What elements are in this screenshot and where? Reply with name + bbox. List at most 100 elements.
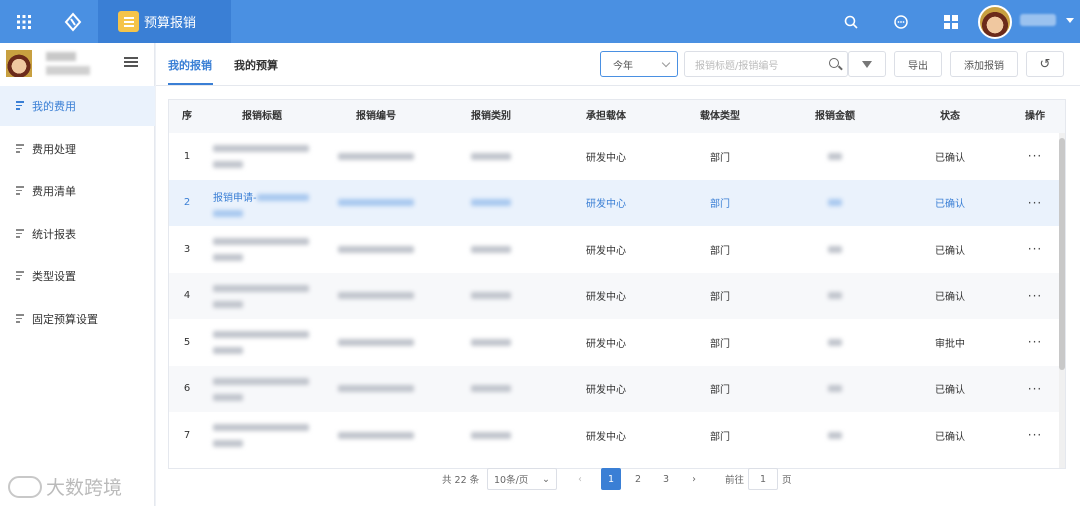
col-header-no: 序: [182, 111, 192, 122]
avatar[interactable]: [978, 5, 1012, 39]
cell-action[interactable]: ···: [1007, 226, 1063, 273]
cell-text: 3: [183, 243, 191, 255]
cell-text: 审批中: [935, 338, 965, 350]
more-actions-icon[interactable]: ···: [1028, 196, 1042, 210]
page-size-select[interactable]: 10条/页 ⌄: [487, 468, 557, 490]
cell-action[interactable]: ···: [1007, 319, 1063, 366]
cell-carrier-type: 部门: [663, 226, 777, 273]
export-button[interactable]: 导出: [894, 51, 942, 77]
table-row[interactable]: 3 研发中心 部门 已确认 ···: [169, 226, 1059, 273]
redacted-text: [338, 292, 414, 300]
cell-title: 报销申请-: [205, 180, 319, 227]
sidebar-item-label: 我的费用: [32, 100, 76, 113]
redacted-text: [828, 431, 842, 439]
tab-my-budget[interactable]: 我的预算: [234, 57, 278, 73]
more-actions-icon[interactable]: ···: [1028, 428, 1042, 442]
more-actions-icon[interactable]: ···: [1028, 335, 1042, 349]
chat-icon[interactable]: [886, 0, 916, 43]
col-header-carrier: 承担载体: [586, 111, 626, 122]
cell-text: 研发中心: [586, 152, 626, 164]
page-3[interactable]: 3: [656, 468, 676, 490]
table-row[interactable]: 2 报销申请- 研发中心 部门 已确认 ···: [169, 179, 1059, 227]
more-actions-icon[interactable]: ···: [1028, 382, 1042, 396]
filter-button[interactable]: [848, 51, 886, 77]
redacted-text: [828, 338, 842, 346]
list-icon: [16, 101, 24, 111]
search-icon[interactable]: [829, 58, 839, 68]
chevron-down-icon: [661, 58, 671, 68]
add-reimbursement-button[interactable]: 添加报销: [950, 51, 1018, 77]
cell-number: [319, 226, 433, 273]
top-bar: 预算报销: [0, 0, 1080, 43]
title-prefix[interactable]: 报销申请-: [213, 193, 257, 204]
cell-carrier-type: 部门: [663, 319, 777, 366]
search-icon[interactable]: [836, 0, 866, 43]
redacted-text: [213, 347, 243, 355]
col-header-title: 报销标题: [242, 111, 282, 122]
more-actions-icon[interactable]: ···: [1028, 289, 1042, 303]
username[interactable]: [1020, 14, 1056, 26]
redacted-text: [338, 245, 414, 253]
cell-carrier: 研发中心: [549, 133, 663, 180]
more-actions-icon[interactable]: ···: [1028, 149, 1042, 163]
cell-action[interactable]: ···: [1007, 412, 1063, 459]
cell-action[interactable]: ···: [1007, 273, 1063, 320]
refresh-button[interactable]: ↺: [1026, 51, 1064, 77]
sidebar-item-reports[interactable]: 统计报表: [0, 214, 155, 254]
table-row[interactable]: 7 研发中心 部门 已确认 ···: [169, 412, 1059, 459]
list-icon: [16, 186, 24, 196]
apps-grid-icon[interactable]: [0, 0, 48, 43]
cell-status: 已确认: [893, 366, 1007, 413]
more-actions-icon[interactable]: ···: [1028, 242, 1042, 256]
cell-number: [319, 366, 433, 413]
redacted-text: [256, 193, 309, 201]
sidebar-item-expense-processing[interactable]: 费用处理: [0, 129, 155, 169]
redacted-text: [471, 292, 511, 300]
logo-icon[interactable]: [48, 0, 98, 43]
app-tab[interactable]: 预算报销: [98, 0, 231, 43]
cell-action[interactable]: ···: [1007, 366, 1063, 413]
caret-down-icon[interactable]: [1066, 18, 1074, 23]
cell-no: 4: [169, 273, 205, 320]
cell-text: 4: [183, 290, 191, 302]
collapse-menu-icon[interactable]: [124, 57, 138, 69]
table-row[interactable]: 6 研发中心 部门 已确认 ···: [169, 365, 1059, 413]
cell-no: 2: [169, 180, 205, 227]
page-1[interactable]: 1: [601, 468, 621, 490]
year-select[interactable]: 今年: [600, 51, 678, 77]
table-scrollbar-thumb[interactable]: [1059, 138, 1065, 370]
watermark-text: 大数跨境: [46, 477, 123, 499]
redacted-text: [213, 440, 243, 448]
cell-number: [319, 412, 433, 459]
prev-page-button[interactable]: ‹: [570, 468, 590, 490]
user-dept-blurred: [46, 66, 90, 75]
next-page-button[interactable]: ›: [684, 468, 704, 490]
cell-text: 5: [183, 336, 191, 348]
cell-number: [319, 273, 433, 320]
sidebar-item-label: 费用清单: [32, 185, 76, 198]
cell-text: 部门: [710, 152, 730, 164]
sidebar-item-type-settings[interactable]: 类型设置: [0, 256, 155, 296]
goto-page-input[interactable]: 1: [748, 468, 778, 490]
tab-my-reimbursements[interactable]: 我的报销: [168, 57, 212, 73]
cell-action[interactable]: ···: [1007, 133, 1063, 180]
cell-action[interactable]: ···: [1007, 180, 1063, 227]
sidebar-item-my-expenses[interactable]: 我的费用: [0, 86, 155, 126]
search-input[interactable]: 报销标题/报销编号: [684, 51, 848, 77]
cell-text: 已确认: [935, 385, 965, 397]
cell-category: [433, 133, 549, 180]
sidebar-item-fixed-budget[interactable]: 固定预算设置: [0, 299, 155, 339]
goto-label: 前往: [725, 475, 745, 486]
redacted-text: [213, 331, 309, 339]
table-row[interactable]: 4 研发中心 部门 已确认 ···: [169, 272, 1059, 320]
page-2[interactable]: 2: [628, 468, 648, 490]
cell-text: 部门: [710, 292, 730, 304]
windows-icon[interactable]: [936, 0, 966, 43]
cell-carrier: 研发中心: [549, 412, 663, 459]
cell-title: [205, 319, 319, 366]
table-row[interactable]: 5 研发中心 部门 审批中 ···: [169, 319, 1059, 366]
sidebar-item-expense-list[interactable]: 费用清单: [0, 171, 155, 211]
table-row[interactable]: 1 研发中心 部门 已确认 ···: [169, 133, 1059, 180]
redacted-text: [213, 284, 309, 292]
redacted-text: [338, 152, 414, 160]
